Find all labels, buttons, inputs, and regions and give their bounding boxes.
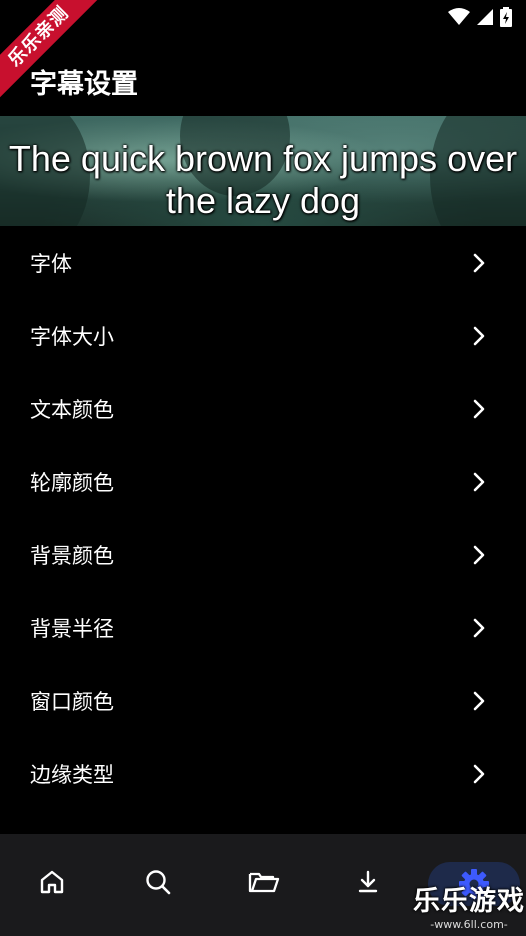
- watermark: 乐乐游戏 -www.6ll.com-: [412, 886, 526, 931]
- subtitle-sample-text: The quick brown fox jumps over the lazy …: [8, 138, 518, 221]
- menu-item-outline-color[interactable]: 轮廓颜色: [0, 445, 526, 518]
- chevron-right-icon: [472, 764, 486, 784]
- watermark-title: 乐乐游戏: [413, 886, 525, 917]
- menu-item-background-radius[interactable]: 背景半径: [0, 591, 526, 664]
- menu-item-label: 字体: [30, 251, 72, 276]
- settings-menu: 字体 字体大小 文本颜色 轮廓颜色 背景颜色 背景半径 窗口颜色 边缘类型: [0, 226, 526, 810]
- menu-item-label: 文本颜色: [30, 397, 114, 422]
- folder-icon: [248, 872, 280, 893]
- chevron-right-icon: [472, 253, 486, 273]
- chevron-right-icon: [472, 618, 486, 638]
- chevron-right-icon: [472, 545, 486, 565]
- menu-item-text-color[interactable]: 文本颜色: [0, 372, 526, 445]
- menu-item-label: 边缘类型: [30, 762, 114, 787]
- chevron-right-icon: [472, 326, 486, 346]
- nav-downloads[interactable]: [354, 868, 382, 900]
- wifi-icon: [448, 8, 470, 25]
- battery-icon: [500, 7, 512, 27]
- nav-home[interactable]: [38, 868, 66, 900]
- watermark-url: -www.6ll.com-: [430, 918, 508, 931]
- menu-item-window-color[interactable]: 窗口颜色: [0, 664, 526, 737]
- menu-item-label: 字体大小: [30, 324, 114, 349]
- chevron-right-icon: [472, 691, 486, 711]
- subtitle-preview: The quick brown fox jumps over the lazy …: [0, 116, 526, 226]
- cellular-signal-icon: [477, 9, 493, 25]
- app-bar: 字幕设置: [30, 58, 138, 104]
- search-icon: [146, 870, 171, 895]
- menu-item-font-size[interactable]: 字体大小: [0, 299, 526, 372]
- chevron-right-icon: [472, 399, 486, 419]
- chevron-right-icon: [472, 472, 486, 492]
- page-title: 字幕设置: [30, 68, 138, 100]
- menu-item-font[interactable]: 字体: [0, 226, 526, 299]
- status-icons: [448, 7, 512, 27]
- nav-files[interactable]: [248, 868, 280, 900]
- home-icon: [40, 870, 64, 894]
- menu-item-edge-type[interactable]: 边缘类型: [0, 737, 526, 810]
- nav-search[interactable]: [144, 868, 172, 900]
- menu-item-label: 轮廓颜色: [30, 470, 114, 495]
- menu-item-label: 背景颜色: [30, 543, 114, 568]
- menu-item-label: 背景半径: [30, 616, 114, 641]
- menu-item-background-color[interactable]: 背景颜色: [0, 518, 526, 591]
- download-icon: [358, 870, 378, 893]
- menu-item-label: 窗口颜色: [30, 689, 114, 714]
